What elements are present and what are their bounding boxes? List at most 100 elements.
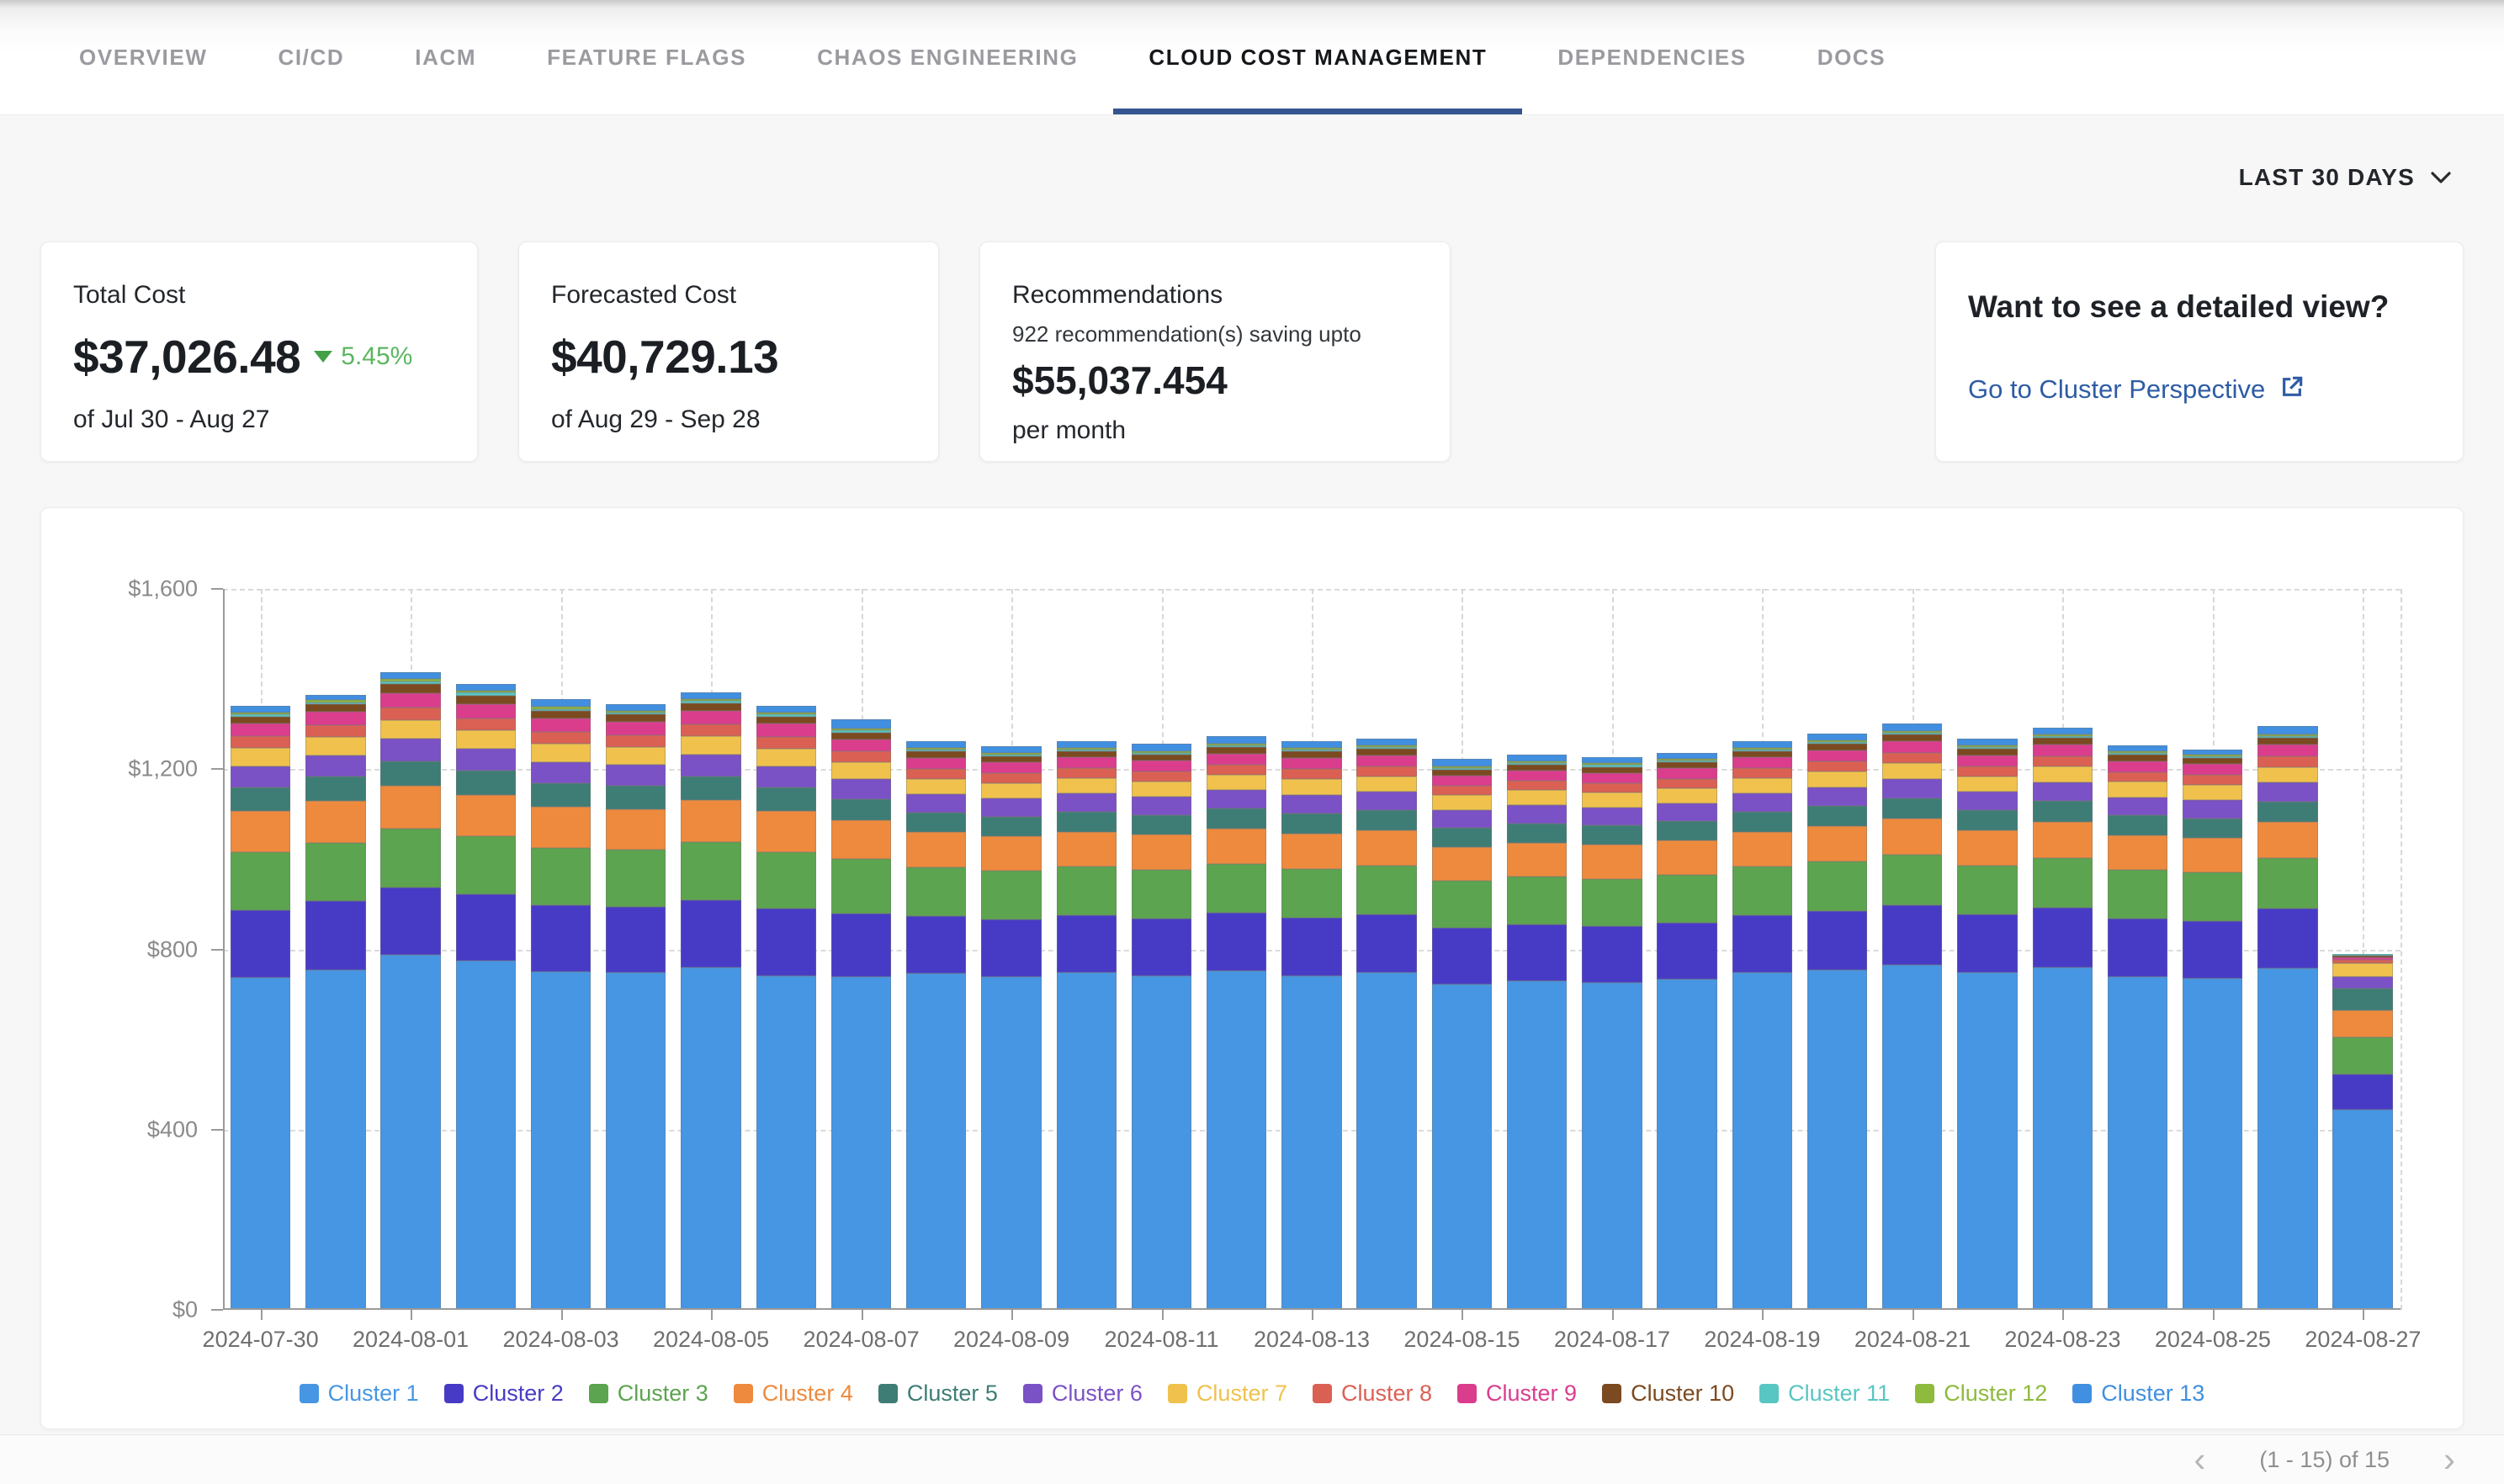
segment-cluster-6[interactable] xyxy=(681,755,740,776)
segment-cluster-5[interactable] xyxy=(1432,828,1492,847)
bar-2024-08-04[interactable] xyxy=(598,589,673,1310)
segment-cluster-9[interactable] xyxy=(1582,773,1642,783)
segment-cluster-4[interactable] xyxy=(1657,840,1716,875)
segment-cluster-4[interactable] xyxy=(1507,843,1567,877)
segment-cluster-5[interactable] xyxy=(1807,806,1867,826)
segment-cluster-6[interactable] xyxy=(906,794,966,813)
segment-cluster-5[interactable] xyxy=(1057,812,1117,832)
segment-cluster-2[interactable] xyxy=(981,920,1041,977)
segment-cluster-3[interactable] xyxy=(756,852,816,909)
segment-cluster-7[interactable] xyxy=(231,748,290,766)
segment-cluster-2[interactable] xyxy=(681,900,740,967)
legend-item-cluster-11[interactable]: Cluster 11 xyxy=(1759,1381,1890,1407)
segment-cluster-2[interactable] xyxy=(1507,925,1567,981)
segment-cluster-3[interactable] xyxy=(231,852,290,910)
segment-cluster-7[interactable] xyxy=(1657,788,1716,803)
segment-cluster-4[interactable] xyxy=(1057,832,1117,867)
segment-cluster-2[interactable] xyxy=(756,909,816,975)
legend-item-cluster-6[interactable]: Cluster 6 xyxy=(1023,1381,1143,1407)
segment-cluster-7[interactable] xyxy=(2183,785,2242,800)
segment-cluster-5[interactable] xyxy=(756,787,816,811)
segment-cluster-2[interactable] xyxy=(2183,921,2242,978)
segment-cluster-6[interactable] xyxy=(1132,797,1191,815)
segment-cluster-1[interactable] xyxy=(1132,976,1191,1310)
segment-cluster-3[interactable] xyxy=(305,843,365,902)
segment-cluster-1[interactable] xyxy=(231,978,290,1310)
segment-cluster-9[interactable] xyxy=(1132,761,1191,771)
segment-cluster-7[interactable] xyxy=(1507,790,1567,805)
segment-cluster-6[interactable] xyxy=(2183,800,2242,818)
segment-cluster-8[interactable] xyxy=(305,725,365,737)
segment-cluster-2[interactable] xyxy=(1432,928,1492,984)
segment-cluster-8[interactable] xyxy=(1882,753,1942,763)
segment-cluster-7[interactable] xyxy=(531,744,591,761)
segment-cluster-10[interactable] xyxy=(1432,770,1492,776)
segment-cluster-6[interactable] xyxy=(380,739,440,761)
bar-2024-08-08[interactable] xyxy=(899,589,973,1310)
segment-cluster-1[interactable] xyxy=(1432,984,1492,1310)
segment-cluster-3[interactable] xyxy=(2257,858,2317,909)
segment-cluster-7[interactable] xyxy=(2257,767,2317,783)
segment-cluster-5[interactable] xyxy=(1657,821,1716,840)
segment-cluster-9[interactable] xyxy=(1807,750,1867,761)
bar-2024-08-13[interactable] xyxy=(1274,589,1349,1310)
segment-cluster-7[interactable] xyxy=(1281,779,1341,795)
segment-cluster-7[interactable] xyxy=(1132,782,1191,797)
segment-cluster-1[interactable] xyxy=(1957,973,2017,1310)
segment-cluster-3[interactable] xyxy=(1882,855,1942,905)
segment-cluster-10[interactable] xyxy=(456,696,516,704)
segment-cluster-3[interactable] xyxy=(1207,864,1266,913)
segment-cluster-8[interactable] xyxy=(1432,786,1492,795)
segment-cluster-9[interactable] xyxy=(1281,758,1341,769)
segment-cluster-9[interactable] xyxy=(2257,745,2317,756)
date-range-dropdown[interactable]: LAST 30 DAYS xyxy=(2239,164,2452,191)
segment-cluster-6[interactable] xyxy=(1807,787,1867,806)
segment-cluster-8[interactable] xyxy=(756,737,816,749)
segment-cluster-6[interactable] xyxy=(1582,808,1642,825)
segment-cluster-5[interactable] xyxy=(305,776,365,800)
bar-2024-08-24[interactable] xyxy=(2100,589,2175,1310)
tab-feature-flags[interactable]: FEATURE FLAGS xyxy=(512,0,782,114)
segment-cluster-3[interactable] xyxy=(2183,872,2242,920)
segment-cluster-3[interactable] xyxy=(2332,1037,2392,1074)
segment-cluster-13[interactable] xyxy=(1657,753,1716,759)
segment-cluster-4[interactable] xyxy=(1207,829,1266,864)
legend-item-cluster-1[interactable]: Cluster 1 xyxy=(300,1381,419,1407)
segment-cluster-4[interactable] xyxy=(906,832,966,867)
segment-cluster-4[interactable] xyxy=(1882,819,1942,855)
segment-cluster-13[interactable] xyxy=(2257,726,2317,734)
segment-cluster-8[interactable] xyxy=(831,751,891,762)
segment-cluster-3[interactable] xyxy=(1957,866,2017,914)
segment-cluster-1[interactable] xyxy=(1507,981,1567,1310)
segment-cluster-5[interactable] xyxy=(1507,824,1567,843)
tab-overview[interactable]: OVERVIEW xyxy=(44,0,242,114)
bar-2024-08-15[interactable] xyxy=(1424,589,1499,1310)
bar-2024-08-03[interactable] xyxy=(523,589,598,1310)
segment-cluster-2[interactable] xyxy=(906,916,966,974)
bar-2024-08-14[interactable] xyxy=(1350,589,1424,1310)
segment-cluster-5[interactable] xyxy=(531,783,591,807)
segment-cluster-3[interactable] xyxy=(1281,869,1341,918)
segment-cluster-1[interactable] xyxy=(2257,968,2317,1310)
segment-cluster-4[interactable] xyxy=(231,811,290,852)
segment-cluster-13[interactable] xyxy=(231,706,290,712)
segment-cluster-2[interactable] xyxy=(1132,919,1191,976)
segment-cluster-10[interactable] xyxy=(1957,749,2017,755)
segment-cluster-9[interactable] xyxy=(606,722,666,735)
segment-cluster-8[interactable] xyxy=(1807,761,1867,771)
bar-2024-08-10[interactable] xyxy=(1049,589,1124,1310)
segment-cluster-8[interactable] xyxy=(1356,766,1416,776)
segment-cluster-2[interactable] xyxy=(456,894,516,961)
segment-cluster-10[interactable] xyxy=(1807,744,1867,750)
segment-cluster-9[interactable] xyxy=(1356,755,1416,766)
segment-cluster-9[interactable] xyxy=(2183,764,2242,775)
legend-item-cluster-13[interactable]: Cluster 13 xyxy=(2072,1381,2204,1407)
segment-cluster-3[interactable] xyxy=(456,836,516,894)
segment-cluster-6[interactable] xyxy=(531,762,591,784)
segment-cluster-10[interactable] xyxy=(531,711,591,718)
segment-cluster-9[interactable] xyxy=(981,762,1041,773)
segment-cluster-3[interactable] xyxy=(1356,866,1416,914)
segment-cluster-2[interactable] xyxy=(2033,908,2093,967)
segment-cluster-1[interactable] xyxy=(1057,973,1117,1310)
segment-cluster-7[interactable] xyxy=(981,783,1041,798)
